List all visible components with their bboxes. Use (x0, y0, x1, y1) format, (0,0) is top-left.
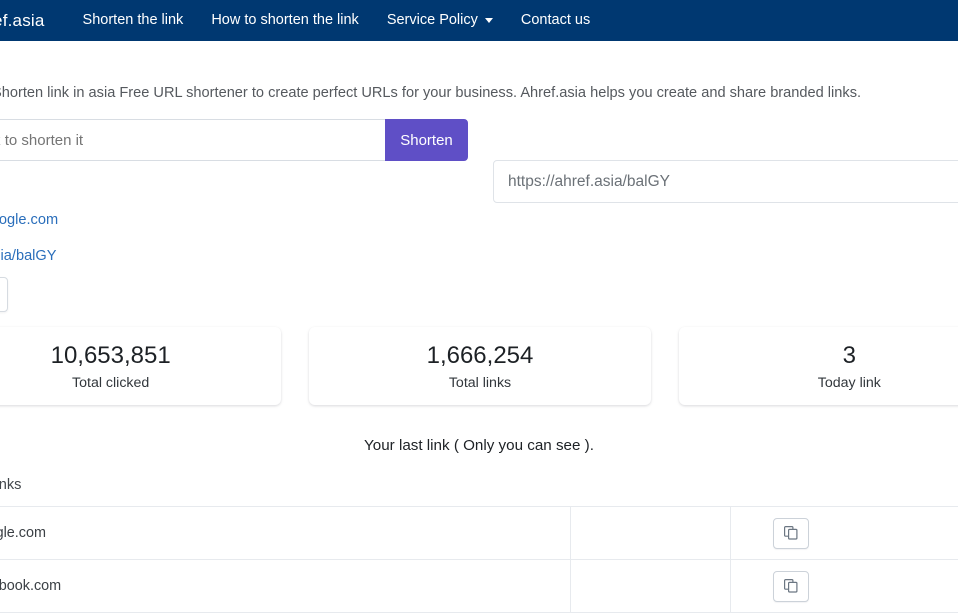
url-input[interactable] (0, 119, 385, 161)
copy-icon-button[interactable] (773, 518, 809, 549)
nav-item-service-policy[interactable]: Service Policy (373, 0, 507, 41)
nav-item-label: Service Policy (387, 0, 478, 41)
table-cell-actions (730, 560, 958, 613)
stat-card-total-clicked: 10,653,851 Total clicked (0, 327, 281, 405)
stat-value: 3 (843, 341, 856, 371)
top-navbar: Ahref.asia Shorten the link How to short… (0, 0, 958, 41)
main-content: Shorten link in asia Free URL shortener … (0, 41, 958, 575)
stats-row: 10,653,851 Total clicked 1,666,254 Total… (0, 327, 958, 405)
nav-item-label: Contact us (521, 0, 590, 41)
table-cell-short (570, 560, 730, 613)
shortened-url-output[interactable] (493, 160, 958, 203)
stat-label: Total clicked (72, 375, 149, 391)
table-cell-url: https://www.google.com (0, 507, 570, 560)
stat-label: Total links (449, 375, 511, 391)
links-table-title: All links (0, 477, 21, 493)
page-tagline: Shorten link in asia Free URL shortener … (0, 85, 958, 101)
shorten-form: Shorten (0, 119, 468, 161)
table-cell-short (570, 507, 730, 560)
result-link-shortened[interactable]: https://ahref.asia/balGY (0, 248, 57, 264)
stat-label: Today link (818, 375, 881, 391)
copy-result-button[interactable] (0, 277, 8, 312)
stat-card-today-link: 3 Today link (679, 327, 958, 405)
brand-logo[interactable]: Ahref.asia (0, 11, 45, 31)
nav-item-shorten-the-link[interactable]: Shorten the link (69, 0, 198, 41)
table-cell-actions (730, 507, 958, 560)
stat-value: 1,666,254 (427, 341, 534, 371)
nav-item-label: Shorten the link (83, 0, 184, 41)
shorten-button[interactable]: Shorten (385, 119, 468, 161)
links-table: https://www.google.com https://www.face (0, 506, 958, 613)
copy-icon (784, 579, 798, 593)
nav-item-how-to-shorten-the-link[interactable]: How to shorten the link (197, 0, 373, 41)
nav-links: Shorten the link How to shorten the link… (69, 0, 605, 41)
result-link-original[interactable]: https://www.google.com (0, 212, 58, 228)
copy-icon (784, 526, 798, 540)
chevron-down-icon (485, 18, 493, 23)
copy-icon-button[interactable] (773, 571, 809, 602)
last-link-note: Your last link ( Only you can see ). (0, 437, 958, 454)
stat-value: 10,653,851 (51, 341, 171, 371)
table-row[interactable]: https://www.facebook.com (0, 560, 958, 613)
table-cell-url: https://www.facebook.com (0, 560, 570, 613)
nav-item-contact-us[interactable]: Contact us (507, 0, 604, 41)
table-row[interactable]: https://www.google.com (0, 507, 958, 560)
stat-card-total-links: 1,666,254 Total links (309, 327, 650, 405)
nav-item-label: How to shorten the link (211, 0, 359, 41)
